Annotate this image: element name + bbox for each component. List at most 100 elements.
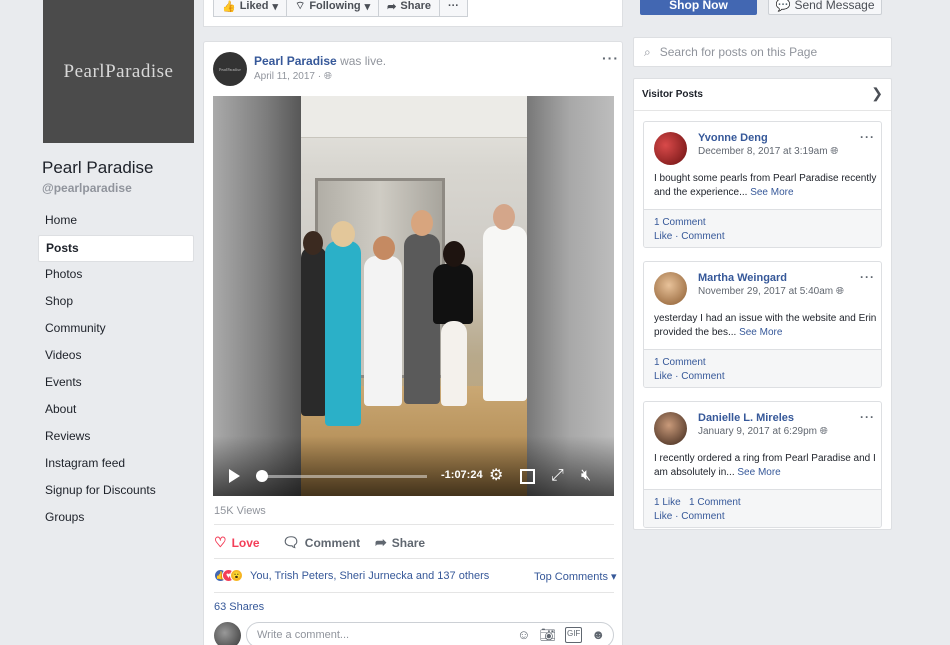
love-label: Love	[231, 535, 260, 550]
comment-link[interactable]: Comment	[681, 231, 724, 242]
more-options-button[interactable]: ···	[438, 0, 468, 17]
visitor-post-counts[interactable]: 1 Like 1 Comment	[654, 496, 873, 510]
see-more-link[interactable]: See More	[750, 187, 793, 198]
video-player[interactable]: -1:07:24 ⚙ ⤢ 🔇︎	[213, 96, 614, 496]
comment-link[interactable]: Comment	[681, 511, 724, 522]
visitor-avatar[interactable]	[654, 132, 687, 165]
liked-button[interactable]: 👍 Liked ▾	[213, 0, 287, 17]
reactions-text: You, Trish Peters, Sheri Jurnecka and 13…	[250, 569, 490, 582]
video-person-head	[331, 221, 355, 247]
visitor-post-date[interactable]: November 29, 2017 at 5:40am 🌐︎	[698, 286, 844, 297]
visitor-post-counts[interactable]: 1 Comment	[654, 216, 873, 230]
page-action-buttons: 👍 Liked ▾ ⌔ Following ▾ ➦ Share ···	[213, 0, 468, 17]
like-link[interactable]: Like	[654, 511, 672, 522]
top-comments-dropdown[interactable]: Top Comments ▾	[534, 570, 617, 583]
visitor-post-actions: Like · Comment	[654, 510, 725, 522]
video-progress-knob[interactable]	[256, 470, 269, 482]
visitor-post-text: I recently ordered a ring from Pearl Par…	[654, 452, 879, 479]
visitor-name[interactable]: Danielle L. Mireles	[698, 412, 794, 424]
visitor-post-date[interactable]: January 9, 2017 at 6:29pm 🌐︎	[698, 426, 828, 437]
visitor-post: Martha Weingard November 29, 2017 at 5:4…	[643, 261, 882, 388]
post-card: PearlParadise Pearl Paradise was live. A…	[203, 41, 623, 645]
comment-label: Comment	[304, 535, 361, 550]
page-handle[interactable]: @pearlparadise	[42, 181, 132, 195]
nav-item-reviews[interactable]: Reviews	[38, 424, 194, 451]
caret-down-icon: ▾	[272, 0, 278, 13]
page-name[interactable]: Pearl Paradise	[42, 158, 154, 178]
share-arrow-icon: ➦	[375, 534, 387, 550]
shares-count[interactable]: 63 Shares	[214, 601, 264, 613]
visitor-name[interactable]: Martha Weingard	[698, 272, 787, 284]
visitor-post-footer: 1 Comment Like · Comment	[644, 349, 881, 387]
following-button[interactable]: ⌔ Following ▾	[285, 0, 380, 17]
like-link[interactable]: Like	[654, 231, 672, 242]
video-person	[325, 241, 361, 426]
visitor-post-actions: Like · Comment	[654, 230, 725, 242]
video-person	[433, 264, 473, 324]
post-author-avatar[interactable]: PearlParadise	[213, 52, 247, 86]
thumbs-up-icon: 👍	[222, 0, 236, 13]
share-page-button[interactable]: ➦ Share	[378, 0, 440, 17]
theater-mode-icon[interactable]	[520, 469, 535, 484]
video-ceiling	[301, 96, 527, 138]
nav-item-groups[interactable]: Groups	[38, 505, 194, 532]
visitor-post-options-button[interactable]: ···	[860, 410, 875, 424]
chevron-right-icon[interactable]: ❯	[871, 85, 883, 102]
wow-reaction-icon: 😮	[230, 569, 243, 582]
like-link[interactable]: Like	[654, 371, 672, 382]
fullscreen-icon[interactable]: ⤢	[551, 467, 564, 485]
avatar-logo-text: PearlParadise	[219, 66, 241, 72]
nav-item-about[interactable]: About	[38, 397, 194, 424]
nav-item-instagram[interactable]: Instagram feed	[38, 451, 194, 478]
send-message-button[interactable]: 💬 Send Message	[768, 0, 882, 15]
video-person	[483, 226, 527, 401]
video-person-head	[493, 204, 515, 230]
globe-icon: 🌐︎	[819, 426, 828, 437]
video-progress-track[interactable]	[259, 475, 427, 478]
search-posts-input[interactable]: ⌕ Search for posts on this Page	[633, 37, 892, 67]
love-button[interactable]: ♡ Love	[214, 534, 260, 551]
nav-item-photos[interactable]: Photos	[38, 262, 194, 289]
nav-item-community[interactable]: Community	[38, 316, 194, 343]
shop-now-button[interactable]: Shop Now	[640, 0, 757, 15]
gif-icon[interactable]: GIF	[564, 627, 583, 643]
share-arrow-icon: ➦	[387, 0, 397, 13]
visitor-post-options-button[interactable]: ···	[860, 270, 875, 284]
share-button[interactable]: ➦ Share	[375, 534, 425, 551]
nav-item-events[interactable]: Events	[38, 370, 194, 397]
visitor-avatar[interactable]	[654, 272, 687, 305]
camera-icon[interactable]: 📷︎	[539, 627, 556, 643]
nav-item-shop[interactable]: Shop	[38, 289, 194, 316]
nav-item-signup[interactable]: Signup for Discounts	[38, 478, 194, 505]
see-more-link[interactable]: See More	[739, 327, 782, 338]
page-cover-logo[interactable]: PearlParadise	[43, 0, 194, 143]
visitor-avatar[interactable]	[654, 412, 687, 445]
visitor-post-text: yesterday I had an issue with the websit…	[654, 312, 879, 339]
visitor-name[interactable]: Yvonne Deng	[698, 132, 768, 144]
sticker-icon[interactable]: ☻	[591, 627, 605, 643]
post-author-name[interactable]: Pearl Paradise	[254, 54, 337, 68]
visitor-posts-title[interactable]: Visitor Posts	[642, 89, 703, 100]
see-more-link[interactable]: See More	[737, 467, 780, 478]
reaction-icons: 👍 ♥ 😮	[214, 569, 243, 582]
post-timestamp[interactable]: April 11, 2017 · 🌐︎	[254, 71, 332, 82]
gear-icon[interactable]: ⚙	[489, 467, 503, 485]
nav-item-home[interactable]: Home	[38, 208, 194, 235]
reactions-summary[interactable]: 👍 ♥ 😮 You, Trish Peters, Sheri Jurnecka …	[214, 569, 489, 582]
nav-item-posts[interactable]: Posts	[38, 235, 194, 262]
visitor-post-date[interactable]: December 8, 2017 at 3:19am 🌐︎	[698, 146, 838, 157]
nav-item-videos[interactable]: Videos	[38, 343, 194, 370]
play-icon[interactable]	[229, 469, 240, 483]
emoji-icon[interactable]: ☺	[517, 627, 530, 643]
visitor-post-counts[interactable]: 1 Comment	[654, 356, 873, 370]
post-options-button[interactable]: ···	[602, 50, 619, 66]
video-views: 15K Views	[214, 505, 266, 517]
video-person	[301, 246, 327, 416]
comment-button[interactable]: 🗨︎ Comment	[282, 534, 360, 551]
visitor-post-options-button[interactable]: ···	[860, 130, 875, 144]
mute-icon[interactable]: 🔇︎	[581, 467, 591, 485]
comment-link[interactable]: Comment	[681, 371, 724, 382]
divider	[214, 592, 614, 593]
comment-input[interactable]: Write a comment... ☺ 📷︎ GIF ☻	[246, 622, 614, 645]
search-placeholder: Search for posts on this Page	[659, 45, 818, 59]
